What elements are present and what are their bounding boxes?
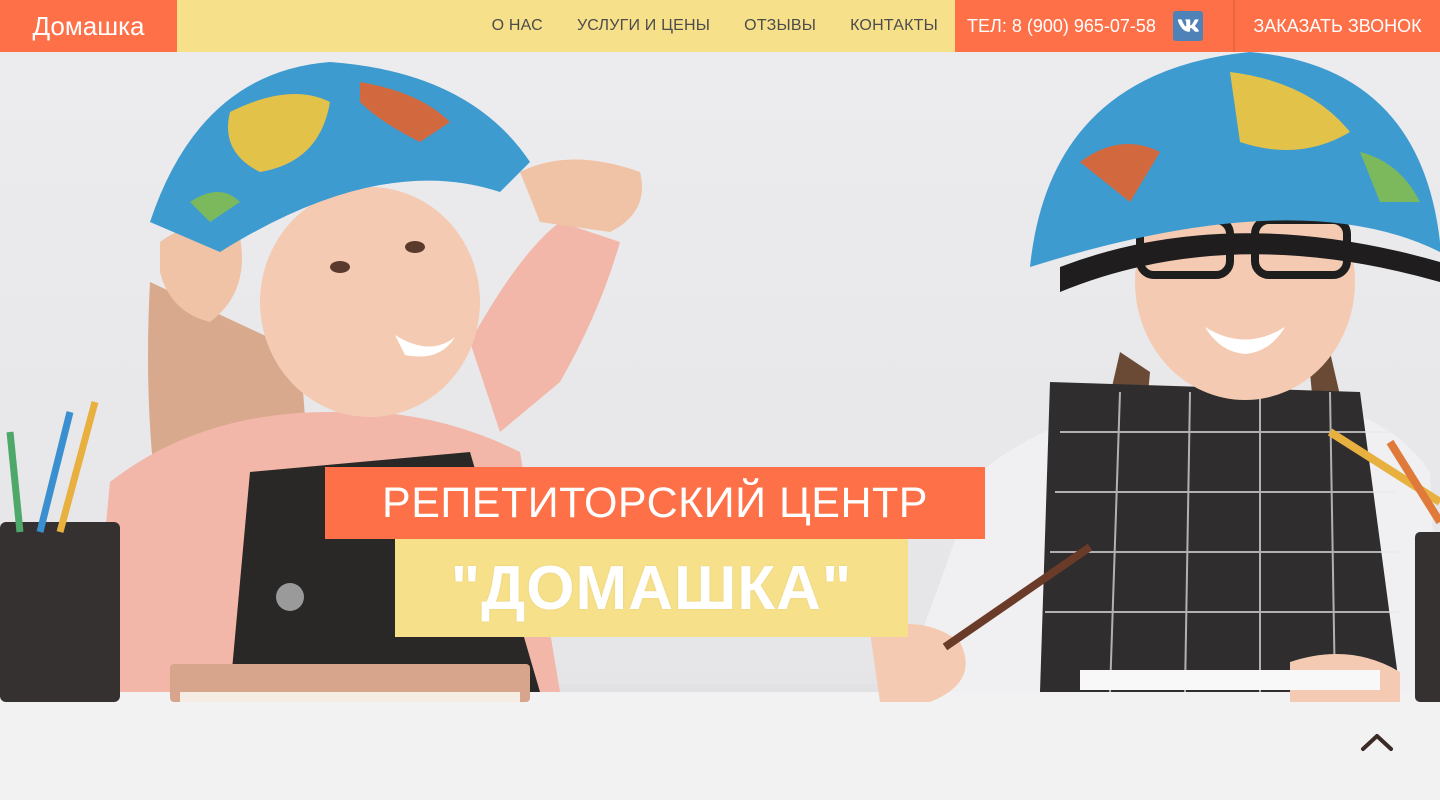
logo[interactable]: Домашка — [0, 0, 177, 52]
callback-button[interactable]: ЗАКАЗАТЬ ЗВОНОК — [1233, 0, 1440, 52]
nav-item-services-prices[interactable]: УСЛУГИ И ЦЕНЫ — [560, 0, 727, 52]
site-header: Домашка О НАС УСЛУГИ И ЦЕНЫ ОТЗЫВЫ КОНТА… — [0, 0, 1440, 52]
chevron-up-icon — [1361, 734, 1393, 751]
desk — [0, 688, 1440, 800]
scroll-to-top-button[interactable] — [1360, 732, 1402, 762]
left-girl-face — [260, 187, 480, 417]
nav-item-reviews[interactable]: ОТЗЫВЫ — [727, 0, 833, 52]
hero-title-line-1: РЕПЕТИТОРСКИЙ ЦЕНТР — [325, 467, 985, 539]
hero-title-line-2: "ДОМАШКА" — [395, 539, 908, 637]
pencil-cup-left — [0, 522, 120, 702]
hero-photo — [0, 52, 1440, 800]
vk-icon[interactable] — [1172, 11, 1203, 41]
hero-banner: РЕПЕТИТОРСКИЙ ЦЕНТР "ДОМАШКА" — [0, 52, 1440, 800]
phone-number[interactable]: ТЕЛ: 8 (900) 965-07-58 — [967, 16, 1156, 37]
contact-box: ТЕЛ: 8 (900) 965-07-58 — [955, 0, 1233, 52]
nav-item-contacts[interactable]: КОНТАКТЫ — [833, 0, 955, 52]
nav-item-about[interactable]: О НАС — [492, 0, 560, 52]
main-nav: О НАС УСЛУГИ И ЦЕНЫ ОТЗЫВЫ КОНТАКТЫ — [492, 0, 955, 52]
plaid-pinafore — [1040, 382, 1400, 692]
